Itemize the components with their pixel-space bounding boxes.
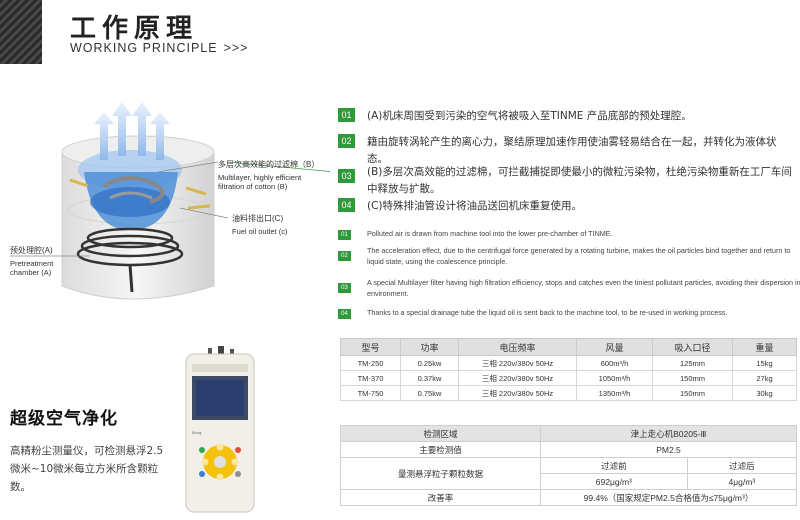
col-header-model: 型号 [340,338,401,356]
step-number-badge: 01 [338,230,351,240]
table-row: TM-250 0.25kw 三相 220v/380v 50Hz 600m³/h … [340,355,797,371]
cell-inlet: 150mm [652,385,733,401]
col-header-power: 功率 [400,338,459,356]
step-cn-text: (A)机床周围受到污染的空气将被吸入至TINME 产品底部的预处理腔。 [367,110,692,122]
cell-power: 0.75kw [400,385,459,401]
cell-power: 0.37kw [400,370,459,386]
cell-inlet: 125mm [652,355,733,371]
cell-weight: 15kg [732,355,797,371]
cell-model: TM-250 [340,355,401,371]
page-title: 工作原理 [70,14,199,44]
col-header-airflow: 风量 [576,338,653,356]
page-subtitle: WORKING PRINCIPLE >>> [70,41,248,55]
step-cn-text: (B)多层次高效能的过滤棉，可拦截捕捉即使最小的微粒污染物，杜绝污染物重新在工厂… [367,166,792,195]
step-en-4: 04 Thanks to a special drainage tube the… [338,307,800,319]
air-purification-description: 高精粉尘测量仪，可检测悬浮2.5微米~10微米每立方米所含颗粒数。 [10,445,164,493]
header-stripe-decoration [0,0,42,64]
cell-voltage: 三相 220v/380v 50Hz [458,385,577,401]
step-en-text: A special Multilayer filter having high … [367,278,800,298]
step-en-3: 03 A special Multilayer filter having hi… [338,277,800,299]
table-row: TM-750 0.75kw 三相 220v/380v 50Hz 1350m³/h… [340,385,797,401]
oil-outlet-label-en: Fuel oil outlet (c) [232,227,288,236]
cell-weight: 27kg [732,370,797,386]
step-number-badge: 04 [338,309,351,319]
dust-meter-device-image: Bring [185,346,255,513]
cell-inlet: 150mm [652,370,733,386]
cell-airflow: 600m³/h [576,355,653,371]
air-purification-title: 超级空气净化 [10,409,118,429]
pretreatment-label: 预处理腔(A) Pretreatment chamber (A) [10,246,53,277]
pretreatment-label-cn: 预处理腔(A) [10,246,53,255]
cell-model: TM-370 [340,370,401,386]
cell-main-label: 主要检测值 [340,441,541,458]
chevrons-icon: >>> [223,41,249,55]
step-number-badge: 02 [338,251,351,261]
cell-area-value: 津上走心机B0205-Ⅲ [540,425,797,442]
filtration-machine-illustration [10,102,330,300]
cell-voltage: 三相 220v/380v 50Hz [458,355,577,371]
cell-after-label: 过滤后 [686,457,798,474]
filter-label: 多层次高效能的过滤棉（B） Multilayer, highly efficie… [218,160,319,191]
table-row: 改善率 99.4%（国家规定PM2.5合格值为≤75μg/m³） [340,489,797,506]
cell-after-value: 4μg/m³ [686,473,798,490]
cell-before-label: 过滤前 [540,457,688,474]
measurement-table: 检测区域 津上走心机B0205-Ⅲ 主要检测值 PM2.5 量测悬浮粒子颗粒数据… [340,425,798,506]
step-cn-3: 03 (B)多层次高效能的过滤棉，可拦截捕捉即使最小的微粒污染物，杜绝污染物重新… [338,164,797,198]
page-subtitle-text: WORKING PRINCIPLE [70,41,218,55]
step-en-text: Thanks to a special drainage tube the li… [367,308,728,317]
step-cn-text: (C)特殊排油管设计将油品送回机床重复使用。 [367,200,583,212]
cell-voltage: 三相 220v/380v 50Hz [458,370,577,386]
cell-power: 0.25kw [400,355,459,371]
device-brand-text: Bring [192,430,201,435]
filter-label-en-2: filtration of cotton (B) [218,182,288,191]
step-number-badge: 02 [338,134,355,148]
step-en-text: Polluted air is drawn from machine tool … [367,229,613,238]
col-header-voltage: 电压频率 [458,338,577,356]
step-number-badge: 03 [338,283,351,293]
oil-outlet-label-cn: 油料排出口(C) [232,214,284,223]
step-en-2: 02 The acceleration effect, due to the c… [338,245,800,267]
step-en-1: 01 Polluted air is drawn from machine to… [338,228,800,240]
table-row: TM-370 0.37kw 三相 220v/380v 50Hz 1050m³/h… [340,370,797,386]
cell-main-value: PM2.5 [540,441,797,458]
table-row: 主要检测值 PM2.5 [340,441,797,458]
cell-airflow: 1050m³/h [576,370,653,386]
pretreatment-label-en-2: chamber (A) [10,268,52,277]
cell-model: TM-750 [340,385,401,401]
step-cn-4: 04 (C)特殊排油管设计将油品送回机床重复使用。 [338,198,797,215]
filter-label-cn: 多层次高效能的过滤棉（B） [218,160,320,169]
cell-weight: 30kg [732,385,797,401]
cell-rate-label: 改善率 [340,489,541,506]
spec-table-header: 型号 功率 电压频率 风量 吸入口径 重量 [340,338,797,356]
oil-outlet-label: 油料排出口(C) Fuel oil outlet (c) [232,214,287,236]
cell-count-label: 量测悬浮粒子颗粒数据 [340,457,541,490]
step-number-badge: 04 [338,198,355,212]
pretreatment-label-en-1: Pretreatment [10,259,54,268]
step-number-badge: 03 [338,169,355,183]
step-en-text: The acceleration effect, due to the cent… [367,246,791,266]
table-row: 量测悬浮粒子颗粒数据 过滤前 过滤后 [340,457,798,490]
col-header-weight: 重量 [732,338,797,356]
cell-rate-value: 99.4%（国家规定PM2.5合格值为≤75μg/m³） [540,489,797,506]
cell-airflow: 1350m³/h [576,385,653,401]
cell-area-label: 检测区域 [340,425,541,442]
table-row: 检测区域 津上走心机B0205-Ⅲ [340,425,797,442]
col-header-inlet: 吸入口径 [652,338,733,356]
step-cn-1: 01 (A)机床周围受到污染的空气将被吸入至TINME 产品底部的预处理腔。 [338,108,797,125]
step-cn-2: 02 籍由旋转涡轮产生的离心力，聚结原理加速作用使油雾轻易结合在一起，并转化为液… [338,134,797,168]
filter-label-en-1: Multilayer, highly efficient [218,173,302,182]
spec-table: 型号 功率 电压频率 风量 吸入口径 重量 TM-250 0.25kw 三相 2… [340,338,797,401]
step-cn-text: 籍由旋转涡轮产生的离心力，聚结原理加速作用使油雾轻易结合在一起，并转化为液体状态… [367,136,777,165]
step-number-badge: 01 [338,108,355,122]
cell-before-value: 692μg/m³ [540,473,688,490]
